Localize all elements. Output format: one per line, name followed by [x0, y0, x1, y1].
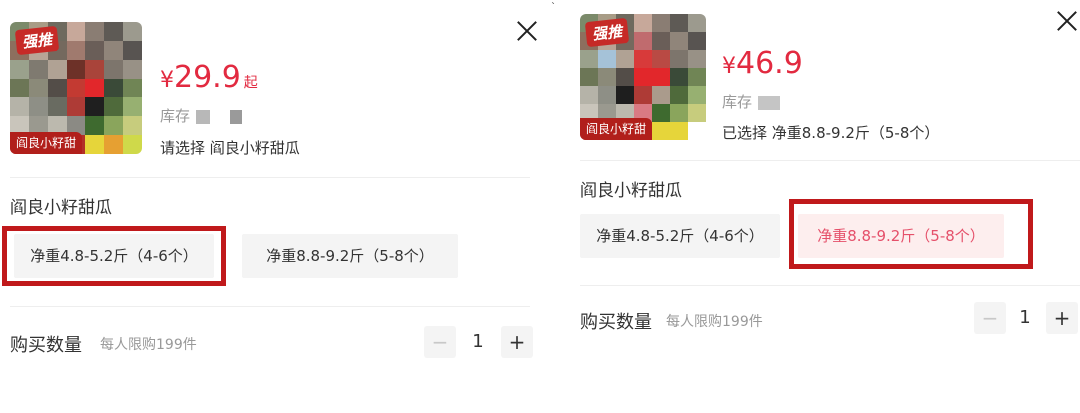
redacted-block	[196, 109, 211, 124]
quantity-limit: 每人限购199件	[100, 337, 197, 353]
divider	[10, 306, 530, 307]
spec-section-title: 阎良小籽甜瓜	[580, 181, 682, 201]
option-weight-large[interactable]: 净重8.8-9.2斤（5-8个）	[242, 234, 458, 278]
thumbnail-caption: 阎良小籽甜	[10, 132, 83, 154]
divider	[580, 285, 1080, 286]
stray-mark: ˋ	[551, 2, 556, 13]
quantity-value: 1	[1019, 307, 1031, 328]
minus-icon[interactable]: −	[974, 302, 1006, 334]
stock-label: 库存	[160, 107, 191, 125]
selection-text: 请选择 阎良小籽甜瓜	[160, 139, 300, 157]
option-weight-small[interactable]: 净重4.8-5.2斤（4-6个）	[580, 214, 780, 258]
quantity-value: 1	[472, 331, 484, 352]
selection-text: 已选择 净重8.8-9.2斤（5-8个）	[722, 124, 940, 142]
price: ¥29.9 起	[160, 60, 258, 95]
redacted-block	[758, 95, 781, 110]
thumbnail-tag: 强推	[14, 25, 60, 56]
annotation-highlight-box	[789, 199, 1033, 269]
divider	[10, 177, 530, 178]
price-currency: ¥	[722, 54, 736, 79]
price-value: 29.9	[174, 60, 241, 95]
plus-icon[interactable]: +	[1046, 302, 1078, 334]
annotation-highlight-box	[2, 226, 226, 286]
stock-info: 库存	[160, 105, 243, 126]
price-currency: ¥	[160, 68, 174, 93]
divider	[580, 160, 1080, 161]
plus-icon[interactable]: +	[501, 326, 533, 358]
product-thumbnail: 强推 阎良小籽甜	[580, 14, 706, 140]
redacted-block	[230, 109, 243, 124]
thumbnail-caption: 阎良小籽甜	[580, 118, 653, 140]
price-value: 46.9	[736, 46, 803, 81]
stock-label: 库存	[722, 93, 753, 111]
quantity-limit: 每人限购199件	[666, 314, 763, 330]
price-suffix: 起	[243, 75, 258, 91]
close-icon[interactable]	[1056, 10, 1078, 32]
quantity-label: 购买数量	[580, 312, 652, 333]
quantity-label: 购买数量	[10, 335, 82, 356]
product-thumbnail: 强推 阎良小籽甜	[10, 22, 142, 154]
spec-section-title: 阎良小籽甜瓜	[10, 198, 112, 218]
stock-info: 库存	[722, 91, 781, 112]
sku-panel-right: 强推 阎良小籽甜 ¥46.9 库存 已选择 净重8.8-9.2斤（5-8个） 阎…	[566, 0, 1080, 413]
close-icon[interactable]	[516, 20, 538, 42]
thumbnail-tag: 强推	[584, 17, 630, 48]
price: ¥46.9	[722, 46, 803, 81]
minus-icon[interactable]: −	[424, 326, 456, 358]
sku-panel-left: 强推 阎良小籽甜 ¥29.9 起 库存 请选择 阎良小籽甜瓜 阎良小籽甜瓜 净重4…	[0, 0, 548, 413]
